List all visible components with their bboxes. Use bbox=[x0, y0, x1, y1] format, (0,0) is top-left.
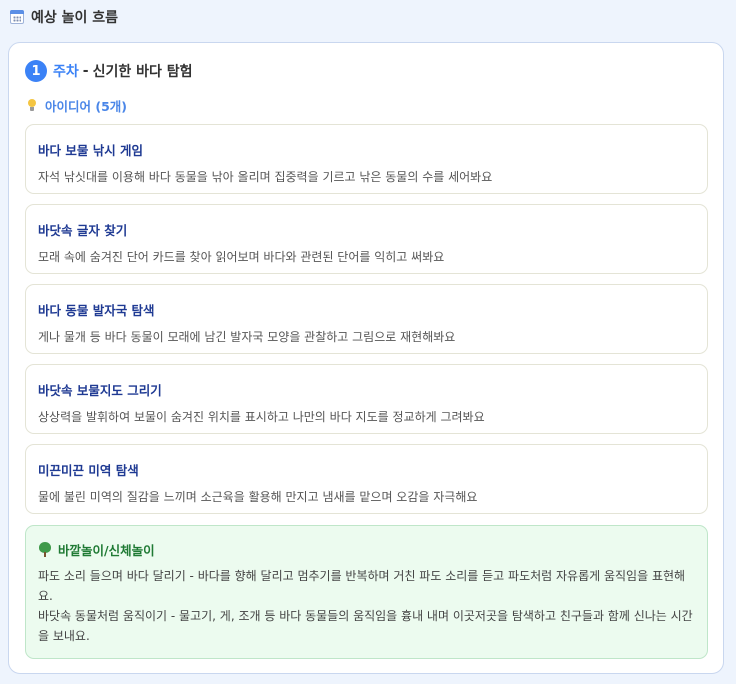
calendar-icon bbox=[10, 10, 24, 24]
idea-description: 모래 속에 숨겨진 단어 카드를 찾아 읽어보며 바다와 관련된 단어를 익히고… bbox=[38, 250, 445, 264]
idea-title: 미끈미끈 미역 탐색 bbox=[38, 463, 139, 478]
ideas-label: 아이디어 (5개) bbox=[45, 99, 127, 114]
idea-description: 물에 불린 미역의 질감을 느끼며 소근육을 활용해 만지고 냄새를 맡으며 오… bbox=[38, 490, 478, 504]
week-heading: 1 주차 - 신기한 바다 탐험 bbox=[25, 60, 193, 82]
tree-icon bbox=[38, 542, 52, 557]
idea-card: 바닷속 글자 찾기 모래 속에 숨겨진 단어 카드를 찾아 읽어보며 바다와 관… bbox=[25, 204, 708, 274]
outdoor-heading: 바깥놀이/신체놀이 bbox=[38, 540, 695, 559]
idea-title: 바다 동물 발자국 탐색 bbox=[38, 303, 155, 318]
idea-title: 바닷속 글자 찾기 bbox=[38, 223, 128, 238]
idea-card: 바닷속 보물지도 그리기 상상력을 발휘하여 보물이 숨겨진 위치를 표시하고 … bbox=[25, 364, 708, 434]
idea-title: 바닷속 보물지도 그리기 bbox=[38, 383, 162, 398]
outdoor-title: 바깥놀이/신체놀이 bbox=[58, 543, 155, 558]
idea-description: 게나 물개 등 바다 동물이 모래에 남긴 발자국 모양을 관찰하고 그림으로 … bbox=[38, 330, 456, 344]
idea-description: 자석 낚싯대를 이용해 바다 동물을 낚아 올리며 집중력을 기르고 낚은 동물… bbox=[38, 170, 493, 184]
idea-card: 바다 보물 낚시 게임 자석 낚싯대를 이용해 바다 동물을 낚아 올리며 집중… bbox=[25, 124, 708, 194]
idea-title: 바다 보물 낚시 게임 bbox=[38, 143, 144, 158]
outdoor-play-card: 바깥놀이/신체놀이 파도 소리 들으며 바다 달리기 - 바다를 향해 달리고 … bbox=[25, 525, 708, 659]
week-separator: - bbox=[82, 63, 89, 79]
idea-card: 미끈미끈 미역 탐색 물에 불린 미역의 질감을 느끼며 소근육을 활용해 만지… bbox=[25, 444, 708, 514]
week-number-badge: 1 bbox=[25, 60, 47, 82]
outdoor-body: 파도 소리 들으며 바다 달리기 - 바다를 향해 달리고 멈추기를 반복하며 … bbox=[38, 566, 698, 646]
outdoor-activity: 바닷속 동물처럼 움직이기 - 물고기, 게, 조개 등 바다 동물들의 움직임… bbox=[38, 609, 693, 643]
week-label: 주차 bbox=[53, 64, 79, 80]
week-theme: 신기한 바다 탐험 bbox=[92, 64, 193, 80]
ideas-heading: 아이디어 (5개) bbox=[27, 96, 127, 115]
section-title: 예상 놀이 흐름 bbox=[31, 10, 119, 26]
idea-description: 상상력을 발휘하여 보물이 숨겨진 위치를 표시하고 나만의 바다 지도를 정교… bbox=[38, 410, 485, 424]
section-header: 예상 놀이 흐름 bbox=[0, 0, 736, 34]
lightbulb-icon bbox=[27, 99, 37, 112]
outdoor-activity: 파도 소리 들으며 바다 달리기 - 바다를 향해 달리고 멈추기를 반복하며 … bbox=[38, 569, 686, 603]
idea-card: 바다 동물 발자국 탐색 게나 물개 등 바다 동물이 모래에 남긴 발자국 모… bbox=[25, 284, 708, 354]
week-card: 1 주차 - 신기한 바다 탐험 아이디어 (5개) 바다 보물 낚시 게임 자… bbox=[8, 42, 724, 674]
